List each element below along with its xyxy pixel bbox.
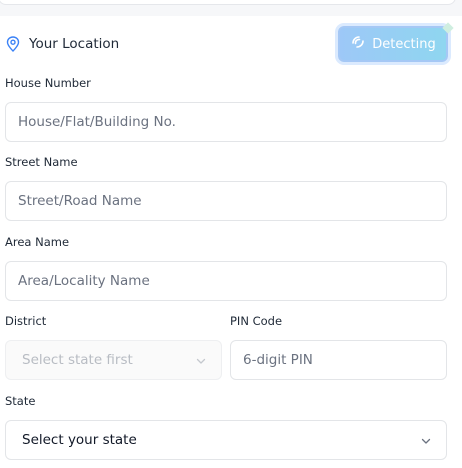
state-placeholder: Select your state (22, 432, 137, 448)
chevron-down-icon (420, 435, 432, 447)
state-label: State (5, 394, 36, 408)
state-select[interactable]: Select your state (5, 420, 447, 460)
house-number-input[interactable]: House/Flat/Building No. (5, 102, 447, 142)
location-title: Your Location (29, 36, 120, 52)
street-name-label: Street Name (5, 155, 78, 169)
pin-code-placeholder: 6-digit PIN (243, 352, 313, 368)
detect-location-button[interactable]: Detecting (338, 26, 448, 62)
area-name-input[interactable]: Area/Locality Name (5, 261, 447, 301)
location-section: Your Location Detecting House Number Hou… (0, 16, 462, 468)
chevron-down-icon (195, 355, 207, 367)
page: Your Location Detecting House Number Hou… (0, 0, 462, 468)
area-name-placeholder: Area/Locality Name (18, 273, 150, 289)
location-header: Your Location (6, 36, 119, 52)
pin-code-label: PIN Code (230, 314, 283, 328)
district-select[interactable]: Select state first (5, 340, 222, 380)
area-name-label: Area Name (5, 235, 70, 249)
house-number-placeholder: House/Flat/Building No. (18, 114, 176, 130)
street-name-placeholder: Street/Road Name (18, 193, 142, 209)
street-name-input[interactable]: Street/Road Name (5, 181, 447, 221)
map-pin-icon (6, 36, 20, 52)
previous-card (0, 0, 456, 5)
house-number-label: House Number (5, 76, 91, 90)
signal-icon (350, 34, 372, 54)
pin-code-input[interactable]: 6-digit PIN (230, 340, 447, 380)
detect-button-label: Detecting (372, 36, 436, 52)
district-placeholder: Select state first (22, 352, 133, 368)
district-label: District (5, 314, 47, 328)
